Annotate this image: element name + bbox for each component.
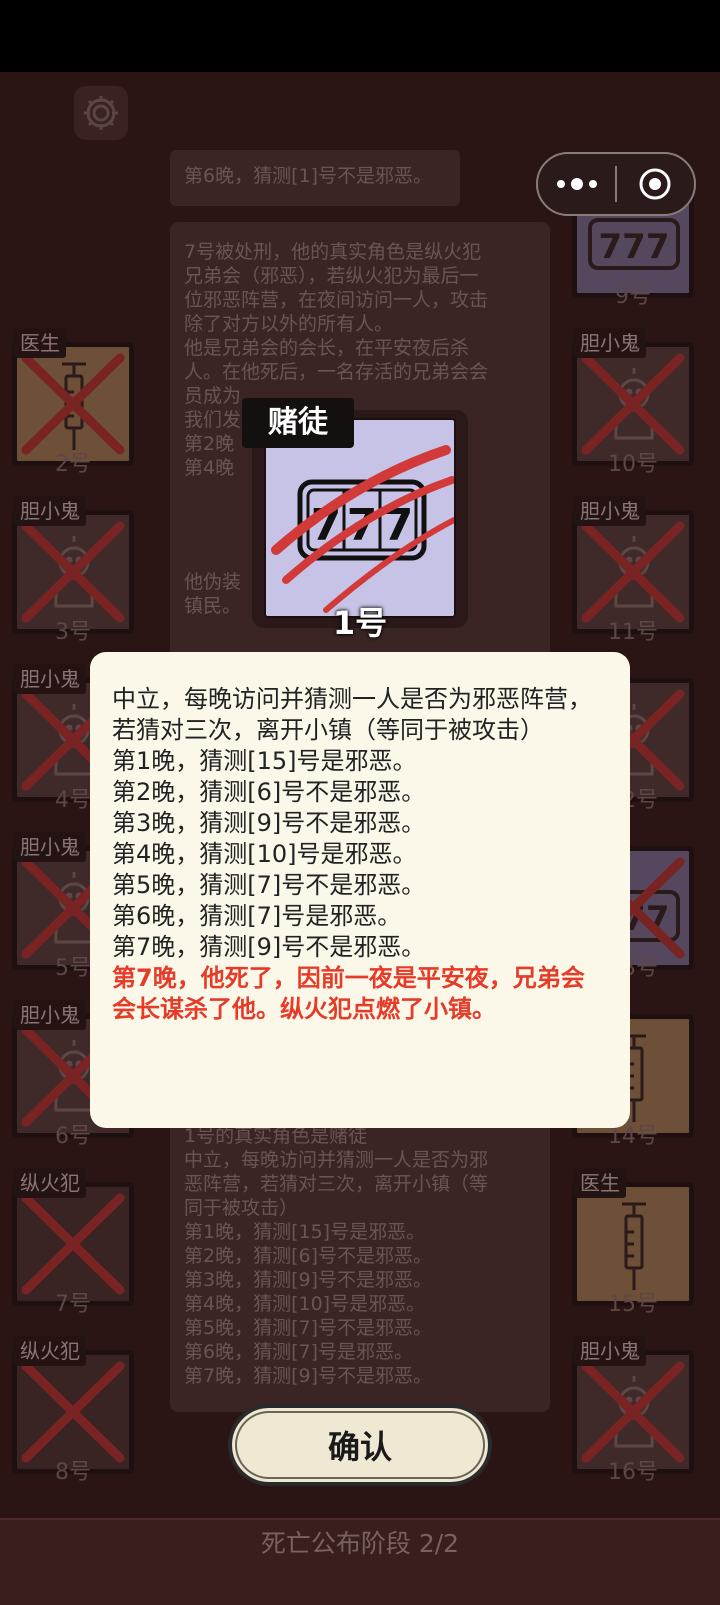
guess-line: 第5晚，猜测[7]号不是邪恶。 (112, 871, 426, 899)
player-role-tag: 纵火犯 (14, 1168, 86, 1198)
more-dots-icon[interactable] (538, 178, 615, 190)
player-card[interactable]: 纵火犯 7号 (4, 1168, 134, 1318)
player-role-tag: 胆小鬼 (574, 496, 646, 526)
log-line: 我们发 (184, 409, 242, 431)
guess-line: 第2晚，猜测[6]号不是邪恶。 (112, 778, 426, 806)
player-card[interactable]: 胆小鬼 11号 (564, 496, 694, 646)
player-role-tag: 胆小鬼 (14, 1000, 86, 1030)
player-role-tag: 纵火犯 (14, 1336, 86, 1366)
log-line: 兄弟会（邪恶），若纵火犯为最后一 (184, 265, 479, 287)
guess-line: 第6晚，猜测[7]号是邪恶。 (112, 902, 402, 930)
confirm-button[interactable]: 确认 (228, 1404, 492, 1486)
player-card[interactable]: 胆小鬼 3号 (4, 496, 134, 646)
log-line: 第4晚 (184, 457, 235, 479)
player-role-tag: 胆小鬼 (14, 496, 86, 526)
log-top-line: 第6晚，猜测[1]号不是邪恶。 (184, 165, 433, 187)
log-line: 人。在他死后，一名存活的兄弟会会 (184, 361, 489, 383)
player-card[interactable]: 胆小鬼 16号 (564, 1336, 694, 1486)
player-role-tag: 胆小鬼 (574, 1336, 646, 1366)
player-number: 9号 (615, 284, 651, 309)
log-line: 除了对方以外的所有人。 (184, 313, 394, 335)
syringe-icon (622, 1202, 646, 1290)
guess-line: 第4晚，猜测[10]号是邪恶。 (112, 840, 417, 868)
player-card[interactable]: 胆小鬼 10号 (564, 328, 694, 478)
log-line: 员成为 (184, 385, 242, 407)
miniapp-capsule (536, 152, 696, 216)
player-card[interactable]: 医生 15号 (564, 1168, 694, 1318)
log-line: 第6晚，猜测[7]号是邪恶。 (184, 1341, 414, 1363)
log-line: 第1晚，猜测[15]号是邪恶。 (184, 1221, 426, 1243)
log-line: 第5晚，猜测[7]号不是邪恶。 (184, 1317, 433, 1339)
role-description: 中立，每晚访问并猜测一人是否为邪恶阵营，若猜对三次，离开小镇（等同于被攻击） (112, 685, 592, 744)
log-line: 位邪恶阵营，在夜间访问一人，攻击 (184, 289, 489, 311)
guess-line: 第1晚，猜测[15]号是邪恶。 (112, 747, 417, 775)
slot-777-icon: 777 (588, 218, 680, 270)
featured-player-number: 1号 (332, 604, 388, 642)
player-number: 11号 (608, 620, 658, 645)
player-role-tag: 医生 (574, 1168, 626, 1198)
guess-list: 第1晚，猜测[15]号是邪恶。 第2晚，猜测[6]号不是邪恶。 第3晚，猜测[9]号… (112, 746, 608, 963)
log-line: 他是兄弟会的会长，在平安夜后杀 (184, 337, 470, 359)
log-line: 镇民。 (184, 595, 242, 617)
log-line: 第2晚 (184, 433, 235, 455)
log-line: 第3晚，猜测[9]号不是邪恶。 (184, 1269, 433, 1291)
target-close-icon (639, 168, 671, 200)
capsule-close-button[interactable] (617, 167, 694, 201)
log-line: 第4晚，猜测[10]号是邪恶。 (184, 1293, 426, 1315)
player-number: 8号 (55, 1460, 91, 1485)
log-line: 7号被处刑，他的真实角色是纵火犯 (184, 241, 482, 263)
phase-label: 死亡公布阶段 2/2 (260, 1529, 460, 1558)
player-number: 7号 (55, 1292, 91, 1317)
player-number: 3号 (55, 620, 91, 645)
player-role-tag: 胆小鬼 (574, 328, 646, 358)
log-line: 第7晚，猜测[9]号不是邪恶。 (184, 1365, 433, 1387)
player-number: 10号 (608, 452, 658, 477)
log-line: 他伪装 (184, 571, 242, 593)
guess-line: 第7晚，猜测[9]号不是邪恶。 (112, 933, 426, 961)
player-number: 2号 (55, 452, 91, 477)
log-line: 中立，每晚访问并猜测一人是否为邪 (184, 1149, 489, 1171)
log-line: 恶阵营，若猜对三次，离开小镇（等 (184, 1173, 489, 1195)
death-notice: 第7晚，他死了，因前一夜是平安夜，兄弟会会长谋杀了他。纵火犯点燃了小镇。 (112, 964, 585, 1023)
featured-card-art: 7 7 7 (264, 418, 457, 618)
slot-777-icon: 7 7 7 (271, 445, 457, 613)
player-card[interactable]: 医生 2号 (4, 328, 134, 478)
player-number: 16号 (608, 1460, 658, 1485)
gear-icon (84, 96, 118, 130)
role-detail-dialog: 中立，每晚访问并猜测一人是否为邪恶阵营，若猜对三次，离开小镇（等同于被攻击） 第… (90, 652, 630, 1128)
player-number: 15号 (608, 1292, 658, 1317)
player-role-tag: 胆小鬼 (14, 832, 86, 862)
svg-text:777: 777 (599, 227, 670, 267)
settings-button[interactable] (74, 86, 128, 140)
player-card[interactable]: 纵火犯 8号 (4, 1336, 134, 1486)
player-role-tag: 胆小鬼 (14, 664, 86, 694)
player-role-tag: 医生 (14, 328, 66, 358)
guess-line: 第3晚，猜测[9]号不是邪恶。 (112, 809, 426, 837)
log-line: 第2晚，猜测[6]号不是邪恶。 (184, 1245, 433, 1267)
status-bar (0, 0, 720, 72)
log-line: 同于被攻击） (184, 1197, 299, 1219)
featured-role-tag: 赌徒 (242, 398, 354, 448)
